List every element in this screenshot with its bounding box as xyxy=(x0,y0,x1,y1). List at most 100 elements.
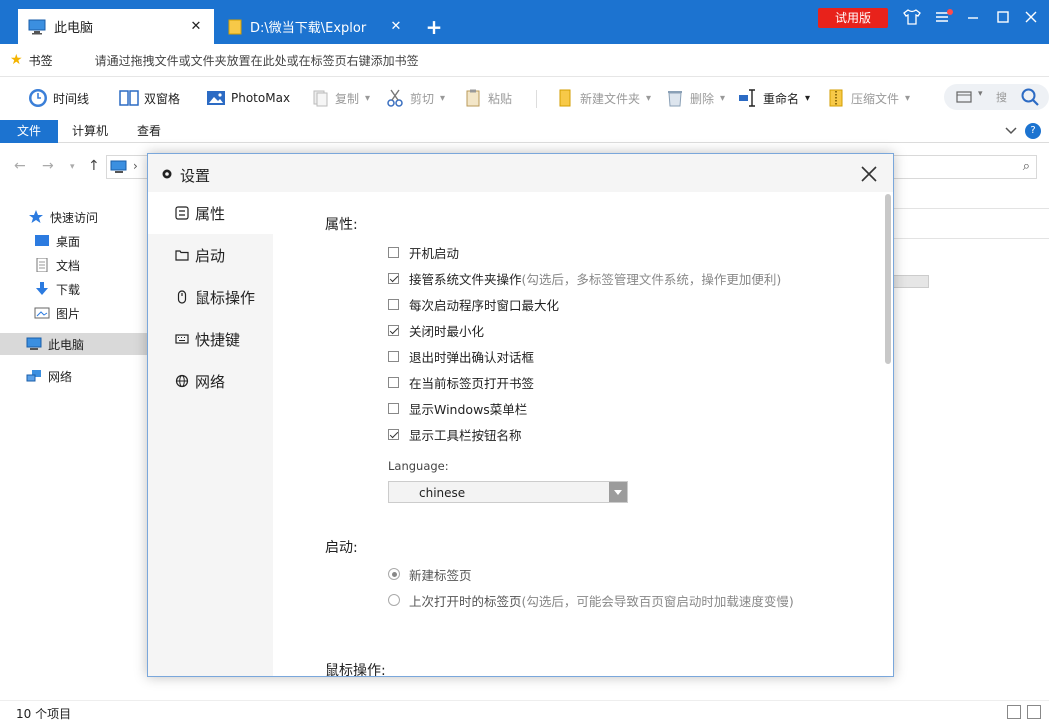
option-startup-new-tab[interactable]: 新建标签页 xyxy=(388,565,472,583)
large-icons-view-icon[interactable] xyxy=(1027,705,1041,719)
sidebar-item-label: 图片 xyxy=(56,306,81,321)
folder-icon xyxy=(175,250,189,261)
option-take-over-folders[interactable]: 接管系统文件夹操作 (勾选后，多标签管理文件系统，操作更加便利) xyxy=(388,269,781,287)
settings-nav-shortcuts[interactable]: 快捷键 xyxy=(148,318,273,360)
back-icon[interactable]: ← xyxy=(14,158,26,174)
option-bookmark-current-tab[interactable]: 在当前标签页打开书签 xyxy=(388,373,534,391)
chevron-down-icon[interactable] xyxy=(609,482,627,502)
timeline-button[interactable]: 时间线 xyxy=(28,86,89,110)
chevron-down-icon[interactable]: ▾ xyxy=(720,93,725,104)
new-folder-button[interactable]: 新建文件夹 ▾ xyxy=(555,86,651,110)
option-startup-restore-tabs[interactable]: 上次打开时的标签页 (勾选后，可能会导致百页窗启动时加载速度变慢) xyxy=(388,591,794,609)
chevron-down-icon[interactable]: ▾ xyxy=(440,93,445,104)
skin-icon[interactable] xyxy=(899,6,925,28)
settings-nav-network[interactable]: 网络 xyxy=(148,360,273,402)
rename-button[interactable]: 重命名 ▾ xyxy=(738,86,810,110)
compress-button[interactable]: 压缩文件 ▾ xyxy=(826,86,910,110)
sidebar-item-label: 文档 xyxy=(56,258,81,273)
minimize-icon[interactable] xyxy=(960,6,986,28)
checkbox[interactable] xyxy=(388,402,399,414)
copy-button[interactable]: 复制 ▾ xyxy=(310,86,370,110)
new-tab-button[interactable]: + xyxy=(424,14,444,40)
mouse-icon xyxy=(177,290,187,304)
checkbox[interactable] xyxy=(388,376,399,388)
delete-button[interactable]: 删除 ▾ xyxy=(665,86,725,110)
download-icon xyxy=(36,282,48,295)
toolbar-search[interactable]: ▾ 搜 xyxy=(944,84,1049,110)
settings-body: 属性: 开机启动 接管系统文件夹操作 (勾选后，多标签管理文件系统，操作更加便利… xyxy=(273,192,893,676)
dialog-header: 设置 xyxy=(148,154,893,192)
tab-view[interactable]: 查看 xyxy=(122,120,176,143)
option-confirm-exit[interactable]: 退出时弹出确认对话框 xyxy=(388,347,534,365)
chevron-down-icon[interactable]: ▾ xyxy=(646,93,651,104)
settings-nav-mouse[interactable]: 鼠标操作 xyxy=(148,276,273,318)
search-input[interactable]: ⌕ xyxy=(891,155,1037,179)
checkbox[interactable] xyxy=(388,350,399,362)
copy-label: 复制 xyxy=(335,91,360,106)
cut-button[interactable]: 剪切 ▾ xyxy=(385,86,445,110)
language-select[interactable]: chinese xyxy=(388,481,628,503)
tab-computer[interactable]: 计算机 xyxy=(62,120,118,143)
paste-button[interactable]: 粘贴 xyxy=(463,86,512,110)
trial-badge[interactable]: 试用版 xyxy=(818,8,888,28)
close-icon[interactable]: ✕ xyxy=(188,19,204,34)
option-show-toolbar-labels[interactable]: 显示工具栏按钮名称 xyxy=(388,425,522,443)
checkbox[interactable] xyxy=(388,246,399,258)
settings-nav-startup[interactable]: 启动 xyxy=(148,234,273,276)
chevron-down-icon[interactable]: ▾ xyxy=(365,93,370,104)
section-title-mouse: 鼠标操作: xyxy=(325,663,386,676)
rename-label: 重命名 xyxy=(763,91,800,106)
sidebar-item-this-pc[interactable]: 此电脑 xyxy=(0,333,148,355)
settings-scrollbar[interactable] xyxy=(885,194,891,364)
up-icon[interactable]: ↑ xyxy=(88,158,100,174)
menu-icon[interactable] xyxy=(929,6,955,28)
checkbox[interactable] xyxy=(388,272,399,284)
language-value: chinese xyxy=(419,486,466,500)
zip-icon xyxy=(829,89,843,107)
search-icon[interactable] xyxy=(1020,87,1040,107)
details-view-icon[interactable] xyxy=(1007,705,1021,719)
chevron-right-icon[interactable]: › xyxy=(133,159,138,173)
close-icon[interactable]: ✕ xyxy=(388,19,404,34)
forward-icon[interactable]: → xyxy=(42,158,54,174)
option-maximize-on-start[interactable]: 每次启动程序时窗口最大化 xyxy=(388,295,559,313)
chevron-down-icon[interactable]: ▾ xyxy=(905,93,910,104)
search-icon[interactable]: ⌕ xyxy=(1023,159,1030,174)
tab-download-folder[interactable]: D:\微当下载\Explor ✕ xyxy=(218,9,414,44)
close-icon[interactable] xyxy=(858,163,880,185)
layout-icon[interactable] xyxy=(956,90,974,104)
checkbox[interactable] xyxy=(388,298,399,310)
radio-button[interactable] xyxy=(388,594,400,606)
sidebar-item-desktop[interactable]: 桌面 xyxy=(0,230,148,252)
sidebar-item-downloads[interactable]: 下载 xyxy=(0,278,148,300)
window-close-icon[interactable] xyxy=(1018,6,1044,28)
option-hint: (勾选后，多标签管理文件系统，操作更加便利) xyxy=(521,271,782,287)
sidebar-item-documents[interactable]: 文档 xyxy=(0,254,148,276)
photomax-button[interactable]: PhotoMax xyxy=(206,86,290,110)
radio-button[interactable] xyxy=(388,568,400,580)
option-autostart[interactable]: 开机启动 xyxy=(388,243,459,261)
bookmark-hint: 请通过拖拽文件或文件夹放置在此处或在标签页右键添加书签 xyxy=(94,53,419,68)
chevron-down-icon[interactable] xyxy=(1003,122,1019,138)
tab-file[interactable]: 文件 xyxy=(0,120,58,143)
properties-icon xyxy=(175,206,189,220)
sidebar-item-pictures[interactable]: 图片 xyxy=(0,302,148,324)
help-icon[interactable]: ? xyxy=(1025,123,1041,139)
tab-this-pc[interactable]: 此电脑 ✕ xyxy=(18,9,214,44)
chevron-down-icon[interactable]: ▾ xyxy=(978,89,983,99)
folder-icon xyxy=(559,89,571,107)
checkbox[interactable] xyxy=(388,324,399,336)
status-bar: 10 个项目 xyxy=(0,700,1049,724)
address-bar[interactable]: › xyxy=(106,155,150,179)
chevron-down-icon[interactable]: ▾ xyxy=(805,93,810,104)
settings-nav-properties[interactable]: 属性 xyxy=(148,192,273,234)
dual-pane-button[interactable]: 双窗格 xyxy=(119,86,180,110)
option-show-windows-menubar[interactable]: 显示Windows菜单栏 xyxy=(388,399,527,417)
option-label: 显示工具栏按钮名称 xyxy=(409,427,522,443)
sidebar-item-network[interactable]: 网络 xyxy=(0,365,148,387)
sidebar-item-quick-access[interactable]: 快速访问 xyxy=(0,206,148,228)
option-minimize-on-close[interactable]: 关闭时最小化 xyxy=(388,321,484,339)
chevron-down-icon[interactable]: ▾ xyxy=(70,162,75,172)
checkbox[interactable] xyxy=(388,428,399,440)
maximize-icon[interactable] xyxy=(990,6,1016,28)
